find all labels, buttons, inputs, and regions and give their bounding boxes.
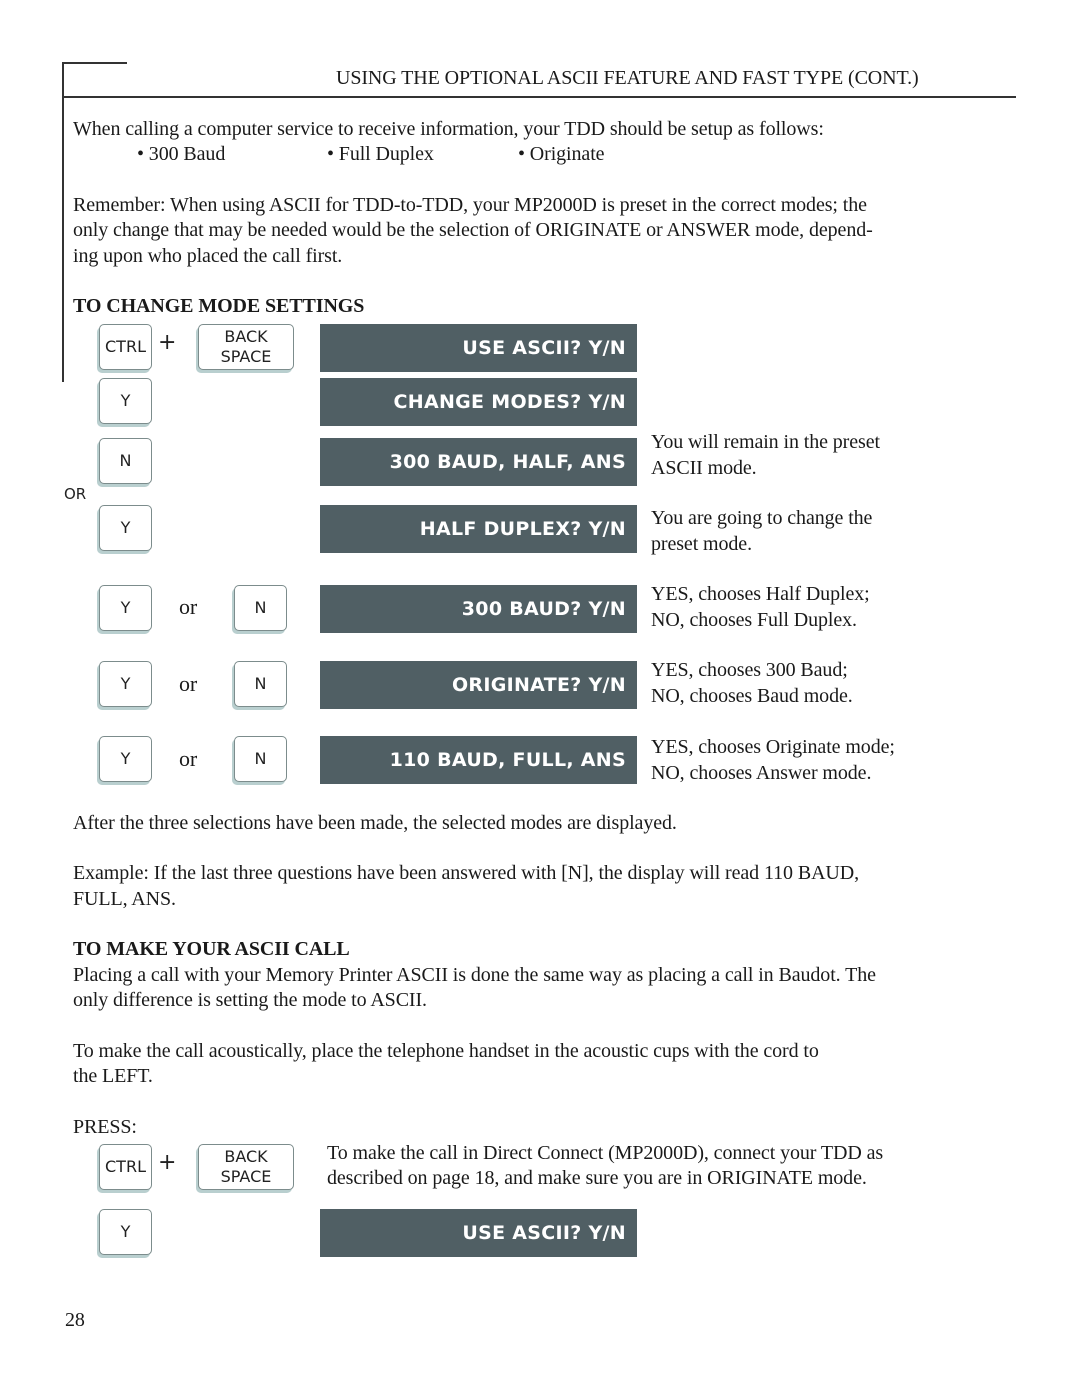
display-use-ascii: USE ASCII? Y/N [320, 324, 637, 372]
after-selections-text: After the three selections have been mad… [73, 812, 677, 834]
n-key: N [234, 585, 287, 631]
backspace-key-line-1: BACK [224, 1147, 268, 1166]
make-call-heading: TO MAKE YOUR ASCII CALL [73, 938, 350, 960]
acoustic-line-2: the LEFT. [73, 1065, 153, 1087]
remember-line-3: ing upon who placed the call first. [73, 245, 343, 267]
display-half-duplex: HALF DUPLEX? Y/N [320, 505, 637, 553]
ctrl-key: CTRL [99, 1144, 152, 1190]
page-header-title: USING THE OPTIONAL ASCII FEATURE AND FAS… [336, 67, 919, 89]
or-word: or [179, 671, 198, 696]
note-line: NO, chooses Baud mode. [651, 684, 853, 707]
frame-corner-top [62, 62, 127, 64]
direct-connect-line-1: To make the call in Direct Connect (MP20… [327, 1142, 884, 1164]
acoustic-line-1: To make the call acoustically, place the… [73, 1040, 819, 1062]
remember-line-2: only change that may be needed would be … [73, 219, 873, 241]
y-key: Y [99, 505, 152, 551]
bullet-300-baud: • 300 Baud [137, 143, 226, 165]
note-300-baud: YES, chooses 300 Baud; NO, chooses Baud … [651, 658, 951, 709]
or-label: OR [64, 485, 87, 503]
y-key: Y [99, 585, 152, 631]
display-use-ascii-call: USE ASCII? Y/N [320, 1209, 637, 1257]
backspace-key: BACK SPACE [198, 1144, 294, 1190]
bullet-full-duplex: • Full Duplex [327, 143, 434, 165]
note-line: preset mode. [651, 532, 752, 555]
ctrl-key: CTRL [99, 324, 152, 370]
or-word: or [179, 746, 198, 771]
backspace-key-line-1: BACK [224, 327, 268, 346]
note-remain-preset: You will remain in the preset ASCII mode… [651, 430, 951, 481]
make-call-line-2: only difference is setting the mode to A… [73, 989, 427, 1011]
display-110-baud-full-ans: 110 BAUD, FULL, ANS [320, 736, 637, 784]
note-change-preset: You are going to change the preset mode. [651, 506, 951, 557]
n-key: N [99, 438, 152, 484]
note-line: NO, chooses Answer mode. [651, 761, 872, 784]
press-label: PRESS: [73, 1116, 137, 1138]
plus-sign: + [158, 330, 177, 355]
note-line: NO, chooses Full Duplex. [651, 608, 857, 631]
n-key: N [234, 736, 287, 782]
backspace-key-line-2: SPACE [220, 1167, 272, 1186]
note-line: ASCII mode. [651, 456, 757, 479]
intro-text: When calling a computer service to recei… [73, 118, 824, 140]
make-call-line-1: Placing a call with your Memory Printer … [73, 964, 876, 986]
note-line: You are going to change the [651, 507, 873, 529]
backspace-key: BACK SPACE [198, 324, 294, 370]
display-originate: ORIGINATE? Y/N [320, 661, 637, 709]
or-word: or [179, 594, 198, 619]
page-number: 28 [65, 1309, 85, 1331]
example-line-1: Example: If the last three questions hav… [73, 862, 860, 884]
bullet-originate: • Originate [518, 143, 605, 165]
backspace-key-line-2: SPACE [220, 347, 272, 366]
example-line-2: FULL, ANS. [73, 888, 176, 910]
y-key: Y [99, 736, 152, 782]
note-originate-answer: YES, chooses Originate mode; NO, chooses… [651, 735, 951, 786]
display-300-baud-half-ans: 300 BAUD, HALF, ANS [320, 438, 637, 486]
y-key: Y [99, 661, 152, 707]
note-line: YES, chooses Half Duplex; [651, 583, 870, 605]
header-rule [62, 96, 1016, 98]
y-key: Y [99, 1209, 152, 1255]
frame-left-border [62, 62, 64, 382]
n-key: N [234, 661, 287, 707]
note-line: YES, chooses Originate mode; [651, 736, 895, 758]
note-half-full-duplex: YES, chooses Half Duplex; NO, chooses Fu… [651, 582, 951, 633]
plus-sign: + [158, 1150, 177, 1175]
direct-connect-line-2: described on page 18, and make sure you … [327, 1167, 867, 1189]
y-key: Y [99, 378, 152, 424]
display-300-baud: 300 BAUD? Y/N [320, 585, 637, 633]
remember-line-1: Remember: When using ASCII for TDD-to-TD… [73, 194, 867, 216]
note-line: You will remain in the preset [651, 431, 880, 453]
note-line: YES, chooses 300 Baud; [651, 659, 848, 681]
display-change-modes: CHANGE MODES? Y/N [320, 378, 637, 426]
change-mode-heading: TO CHANGE MODE SETTINGS [73, 295, 365, 317]
